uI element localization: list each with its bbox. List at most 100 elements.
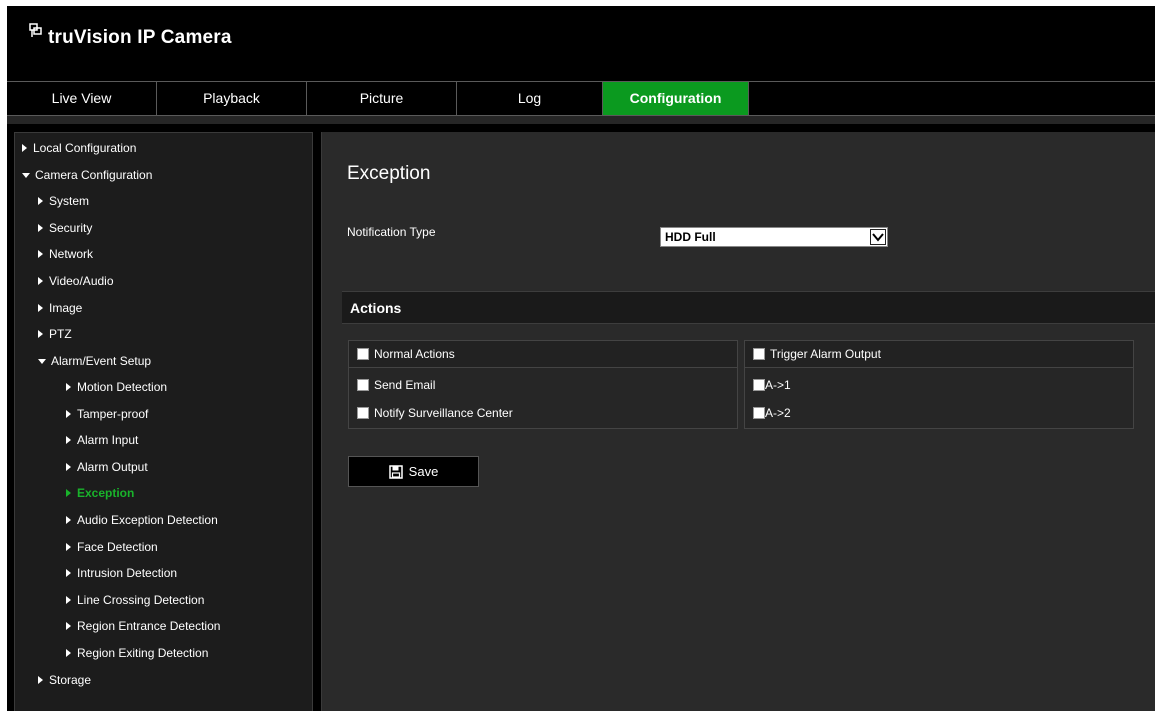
sidebar-item-exception[interactable]: Exception [66,484,134,502]
caret-right-icon [38,197,43,205]
notification-type-select[interactable]: HDD Full [660,227,888,247]
sidebar-item-label: PTZ [49,327,72,341]
caret-right-icon [38,676,43,684]
alarm-output-2-checkbox[interactable] [753,406,765,419]
nav-live-view[interactable]: Live View [7,82,157,115]
save-label: Save [408,464,439,479]
send-email-label: Send Email [374,377,436,392]
sidebar-item-label: Local Configuration [33,141,137,155]
sidebar-item-label: Alarm/Event Setup [51,354,152,368]
sidebar-item-label: Intrusion Detection [77,566,178,580]
sidebar-item-video-audio[interactable]: Video/Audio [38,272,114,290]
actions-title: Actions [350,300,402,316]
sidebar-item-label: Audio Exception Detection [77,513,218,527]
alarm-output-table: Trigger Alarm Output A->1 A->2 [744,340,1134,429]
sidebar-item-camera-configuration[interactable]: Camera Configuration [22,166,152,184]
notification-type-label: Notification Type [347,225,436,239]
sidebar-item-label: Region Entrance Detection [77,619,221,633]
sidebar-item-alarm-input[interactable]: Alarm Input [66,431,138,449]
sidebar-item-audio-exception-detection[interactable]: Audio Exception Detection [66,511,218,529]
sidebar-item-label: Tamper-proof [77,407,149,421]
sidebar-item-security[interactable]: Security [38,219,92,237]
notify-surveillance-center-checkbox[interactable] [357,406,369,419]
list-item: Notify Surveillance Center [349,399,745,426]
sidebar-item-system[interactable]: System [38,192,89,210]
caret-right-icon [38,277,43,285]
caret-right-icon [66,649,71,657]
sidebar-item-storage[interactable]: Storage [38,671,91,689]
network-logo-icon [29,23,42,37]
nav-playback[interactable]: Playback [157,82,307,115]
sidebar-item-tamper-proof[interactable]: Tamper-proof [66,405,148,423]
brand-logo: truVision IP Camera [28,18,232,58]
sidebar-item-label: Region Exiting Detection [77,646,209,660]
caret-down-icon [22,172,30,178]
chevron-down-icon [870,229,886,245]
caret-right-icon [66,436,71,444]
nav-log[interactable]: Log [457,82,603,115]
sidebar-item-local-configuration[interactable]: Local Configuration [22,139,136,157]
sidebar-item-region-exiting-detection[interactable]: Region Exiting Detection [66,644,208,662]
trigger-alarm-output-checkbox[interactable] [753,348,765,360]
header-divider [7,116,1155,124]
notification-type-value: HDD Full [665,230,716,244]
sidebar-item-alarm-event-setup[interactable]: Alarm/Event Setup [38,352,151,370]
sidebar-item-label: Video/Audio [49,274,114,288]
trigger-alarm-output-label: Trigger Alarm Output [770,347,881,361]
sidebar-item-label: Motion Detection [77,380,168,394]
sidebar-item-ptz[interactable]: PTZ [38,325,72,343]
caret-down-icon [38,358,46,364]
caret-right-icon [66,383,71,391]
sidebar-item-line-crossing-detection[interactable]: Line Crossing Detection [66,591,204,609]
trigger-alarm-output-header: Trigger Alarm Output [745,341,1133,368]
sidebar-item-label: Storage [49,673,92,687]
save-button[interactable]: Save [348,456,479,487]
actions-section-header: Actions [342,291,1155,324]
sidebar-item-network[interactable]: Network [38,245,93,263]
sidebar-item-region-entrance-detection[interactable]: Region Entrance Detection [66,617,220,635]
alarm-output-1-checkbox[interactable] [753,378,765,391]
notify-surveillance-center-label: Notify Surveillance Center [374,405,513,420]
normal-actions-table: Normal Actions Send Email Notify Surveil… [348,340,738,429]
caret-right-icon [38,224,43,232]
caret-right-icon [38,250,43,258]
sidebar-item-image[interactable]: Image [38,299,82,317]
page-title: Exception [347,163,431,184]
sidebar-item-label: Exception [77,486,135,500]
sidebar-item-intrusion-detection[interactable]: Intrusion Detection [66,564,177,582]
normal-actions-checkbox[interactable] [357,348,369,360]
alarm-output-1-label: A->1 [765,377,791,392]
caret-right-icon [66,543,71,551]
caret-right-icon [66,516,71,524]
top-nav: Live View Playback Picture Log Configura… [7,81,1155,116]
sidebar-item-alarm-output[interactable]: Alarm Output [66,458,148,476]
list-item: A->1 [745,371,1141,398]
caret-right-icon [66,569,71,577]
nav-picture[interactable]: Picture [307,82,457,115]
sidebar-item-face-detection[interactable]: Face Detection [66,538,158,556]
sidebar-item-label: Image [49,301,83,315]
caret-right-icon [66,489,71,497]
sidebar-item-label: Line Crossing Detection [77,593,205,607]
caret-right-icon [22,144,27,152]
caret-right-icon [66,596,71,604]
send-email-checkbox[interactable] [357,378,369,391]
alarm-output-2-label: A->2 [765,405,791,420]
sidebar-item-label: Security [49,221,93,235]
caret-right-icon [38,304,43,312]
list-item: Send Email [349,371,745,398]
list-item: A->2 [745,399,1141,426]
sidebar-item-label: Alarm Output [77,460,148,474]
normal-actions-header: Normal Actions [349,341,737,368]
caret-right-icon [38,330,43,338]
sidebar-item-label: Camera Configuration [35,168,153,182]
sidebar-item-label: System [49,194,90,208]
sidebar-item-label: Network [49,247,94,261]
nav-configuration[interactable]: Configuration [603,82,749,115]
brand-name: truVision IP Camera [48,27,232,48]
normal-actions-label: Normal Actions [374,347,455,361]
sidebar-item-motion-detection[interactable]: Motion Detection [66,378,167,396]
floppy-disk-icon [388,464,403,479]
caret-right-icon [66,463,71,471]
sidebar-item-label: Alarm Input [77,433,139,447]
